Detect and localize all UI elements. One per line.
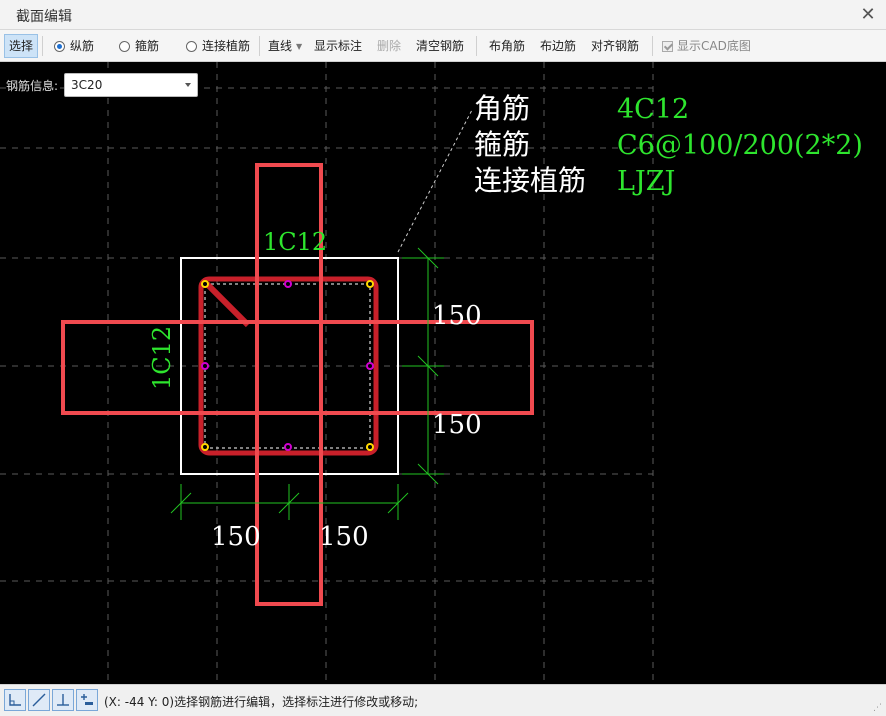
radio-longitudinal-label: 纵筋 (70, 39, 95, 53)
drawing-canvas[interactable]: 150 150 150 150 1C12 1C12 角筋 4C12 箍筋 C6@… (0, 62, 886, 684)
show-annotation-button[interactable]: 显示标注 (314, 35, 362, 57)
close-icon[interactable]: ✕ (858, 4, 878, 25)
show-cad-label: 显示CAD底图 (677, 39, 751, 53)
top-edge-rebar-label[interactable]: 1C12 (263, 228, 327, 256)
window-title: 截面编辑 (16, 9, 72, 25)
rebar-info-label: 钢筋信息: (6, 78, 59, 93)
dimension-right[interactable] (402, 247, 444, 485)
edge-rebar-button[interactable]: 布边筋 (540, 35, 576, 57)
radio-stirrup-label: 箍筋 (135, 39, 160, 53)
corner-bar[interactable] (201, 443, 209, 451)
align-rebar-button[interactable]: 对齐钢筋 (591, 35, 639, 57)
legend-connection-name: 连接植筋 (474, 164, 586, 197)
title-bar: 截面编辑 ✕ (0, 0, 886, 30)
dim-right-bottom-value[interactable]: 150 (432, 410, 482, 440)
corner-bar[interactable] (366, 280, 374, 288)
toolbar-divider (476, 36, 477, 56)
line-dropdown-label: 直线 (268, 39, 293, 53)
resize-grip-icon[interactable]: ⋰ (873, 703, 882, 713)
section-drawing[interactable]: 150 150 150 150 1C12 1C12 角筋 4C12 箍筋 C6@… (0, 62, 886, 684)
add-dimension-icon[interactable] (76, 689, 98, 711)
perpendicular-icon[interactable] (52, 689, 74, 711)
edge-bar[interactable] (366, 362, 374, 370)
dim-bottom-right-value[interactable]: 150 (319, 522, 369, 552)
radio-longitudinal[interactable]: 纵筋 (54, 35, 94, 57)
radio-icon (119, 41, 130, 52)
status-bar: (X: -44 Y: 0)选择钢筋进行编辑，选择标注进行修改或移动; ⋰ (0, 684, 886, 716)
stirrup-hook[interactable] (204, 281, 251, 328)
radio-icon (186, 41, 197, 52)
toolbar: 选择 纵筋 箍筋 连接植筋 直线 ▼ 显示标注 删除 清空钢筋 布角筋 布边筋 对… (0, 30, 886, 62)
dim-right-top-value[interactable]: 150 (432, 301, 482, 331)
chevron-down-icon: ▼ (296, 42, 303, 51)
show-cad-checkbox[interactable]: 显示CAD底图 (662, 35, 751, 57)
connection-band-horizontal[interactable] (61, 320, 534, 415)
radio-stirrup[interactable]: 箍筋 (119, 35, 159, 57)
checkbox-checked-icon (662, 41, 673, 52)
rebar-info-bar: 钢筋信息: 3C20 (6, 72, 199, 98)
delete-button[interactable]: 删除 (377, 35, 401, 57)
legend-corner-name: 角筋 (474, 92, 530, 125)
clear-rebar-button[interactable]: 清空钢筋 (416, 35, 464, 57)
radio-checked-icon (54, 41, 65, 52)
dimension-bottom[interactable] (170, 484, 409, 520)
rebar-info-select[interactable]: 3C20 (64, 73, 199, 97)
legend-connection-value[interactable]: LJZJ (617, 166, 675, 197)
select-button[interactable]: 选择 (4, 34, 39, 58)
legend-corner-value[interactable]: 4C12 (617, 94, 689, 125)
edge-bar[interactable] (201, 362, 209, 370)
orthogonal-icon[interactable] (4, 689, 26, 711)
rebar-info-value: 3C20 (71, 78, 103, 92)
line-icon[interactable] (28, 689, 50, 711)
legend-stirrup-name: 箍筋 (474, 128, 530, 161)
corner-bar[interactable] (201, 280, 209, 288)
left-edge-rebar-label[interactable]: 1C12 (148, 326, 176, 390)
edge-bar[interactable] (284, 280, 292, 288)
grid (0, 62, 654, 684)
corner-bar[interactable] (366, 443, 374, 451)
legend-stirrup-value[interactable]: C6@100/200(2*2) (617, 130, 863, 161)
radio-connection[interactable]: 连接植筋 (186, 35, 250, 57)
corner-rebar-button[interactable]: 布角筋 (489, 35, 525, 57)
toolbar-divider (652, 36, 653, 56)
dim-bottom-left-value[interactable]: 150 (211, 522, 261, 552)
status-message: (X: -44 Y: 0)选择钢筋进行编辑，选择标注进行修改或移动; (104, 695, 419, 709)
chevron-down-icon (185, 83, 192, 87)
radio-connection-label: 连接植筋 (202, 39, 251, 53)
toolbar-divider (42, 36, 43, 56)
toolbar-divider (259, 36, 260, 56)
line-dropdown[interactable]: 直线 ▼ (268, 35, 302, 57)
edge-bar[interactable] (284, 443, 292, 451)
